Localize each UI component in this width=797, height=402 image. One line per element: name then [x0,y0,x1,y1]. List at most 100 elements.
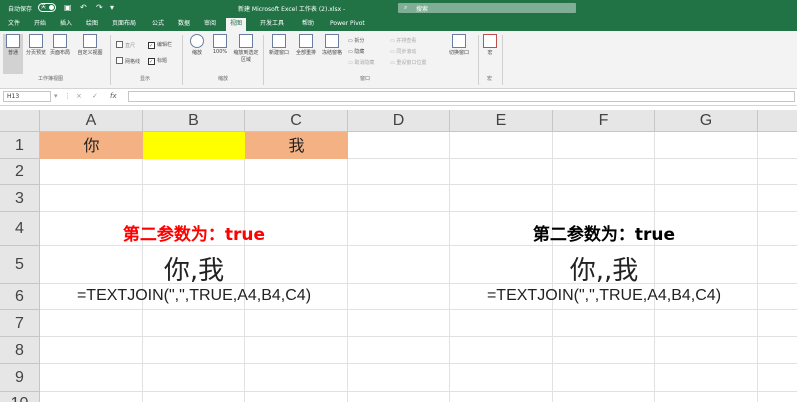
tab-developer[interactable]: 开发工具 [256,18,288,31]
zoom-100-button[interactable]: 100% [210,34,230,55]
autosave-label: 自动保存 [8,6,33,13]
search-box[interactable]: ⌕ 搜索 [398,3,576,13]
normal-view-icon [6,34,20,48]
tab-home[interactable]: 开始 [30,18,50,31]
split-button[interactable]: ▭ 拆分 [348,37,364,44]
page-layout-view-label: 页面布局 [49,50,70,56]
gridlines-checkbox[interactable]: 网格线 [116,57,140,65]
formula-bar-checkbox[interactable]: ✓ 编辑栏 [148,41,172,49]
cancel-icon[interactable]: × [76,92,82,100]
ribbon: 普通 分页预览 页面布局 自定义视图 工作簿视图 直尺 ✓ 编辑栏 网格线 ✓ 标题… [0,31,797,89]
headings-checkbox[interactable]: ✓ 标题 [148,57,167,65]
arrange-all-label: 全部重排 [295,50,316,56]
tab-review[interactable]: 审阅 [200,18,220,31]
row-header-10[interactable]: 10 [0,392,40,402]
formula-input[interactable] [128,91,795,102]
page-break-preview-button[interactable]: 分页预览 [26,34,46,56]
tab-view[interactable]: 视图 [226,18,247,31]
tab-draw[interactable]: 绘图 [82,18,102,31]
new-window-button[interactable]: 新建窗口 [266,34,292,56]
group-separator [110,35,111,85]
column-header-e[interactable]: E [450,110,553,132]
arrange-all-button[interactable]: 全部重排 [294,34,318,56]
name-box[interactable]: H13 [3,91,51,102]
column-header-g[interactable]: G [655,110,758,132]
search-icon: ⌕ [404,4,408,11]
column-header-c[interactable]: C [245,110,348,132]
autosave-toggle[interactable]: 关 [38,3,56,12]
group-label-zoom: 缩放 [218,76,229,82]
undo-icon[interactable]: ↶ [80,3,87,12]
macros-button[interactable]: 宏 [482,34,498,56]
synchronous-scrolling-button[interactable]: ▭ 同步滚动 [390,48,416,55]
right-heading: 第二参数为：true [532,225,676,245]
customize-qat-icon[interactable]: ▾ [110,3,114,12]
gridline [40,363,797,364]
view-side-by-side-button[interactable]: ▭ 并排查看 [390,37,416,44]
column-header-f[interactable]: F [553,110,655,132]
tab-data[interactable]: 数据 [174,18,194,31]
gridline [40,211,797,212]
tab-help[interactable]: 帮助 [298,18,318,31]
row-header-5[interactable]: 5 [0,246,40,284]
tab-page-layout[interactable]: 页面布局 [108,18,140,31]
zoom-100-label: 100% [212,49,228,55]
spreadsheet-grid: A B C D E F G 1 2 3 4 5 6 7 8 9 10 你 我 第… [0,110,797,402]
switch-windows-icon [452,34,466,48]
page-layout-view-button[interactable]: 页面布局 [48,34,72,56]
custom-views-icon [83,34,97,48]
row-header-3[interactable]: 3 [0,185,40,212]
freeze-panes-icon [325,34,339,48]
select-all-corner[interactable] [0,110,40,132]
enter-icon[interactable]: ✓ [92,92,98,100]
column-header-h[interactable] [758,110,797,132]
zoom-button[interactable]: 缩放 [188,34,206,56]
normal-view-label: 普通 [7,50,18,56]
redo-icon[interactable]: ↷ [96,3,103,12]
zoom-to-selection-label: 缩放到选定区域 [233,50,259,63]
row-header-4[interactable]: 4 [0,212,40,246]
hide-button[interactable]: ▭ 隐藏 [348,48,364,55]
zoom-to-selection-icon [239,34,253,48]
insert-function-icon[interactable]: fx [110,92,117,100]
ruler-checkbox[interactable]: 直尺 [116,41,135,49]
macros-label: 宏 [487,50,493,56]
row-header-7[interactable]: 7 [0,310,40,337]
cell-c1[interactable]: 我 [245,132,348,159]
group-label-window: 窗口 [360,76,371,82]
document-title: 新建 Microsoft Excel 工作表 (2).xlsx - [238,6,346,13]
cell-a1[interactable]: 你 [40,132,143,159]
gridline [40,391,797,392]
left-result: 你,我 [163,256,225,286]
tab-formulas[interactable]: 公式 [148,18,168,31]
switch-windows-button[interactable]: 切换窗口 [446,34,472,56]
row-header-8[interactable]: 8 [0,337,40,364]
save-icon[interactable]: ▣ [64,3,72,12]
row-header-1[interactable]: 1 [0,132,40,159]
row-header-9[interactable]: 9 [0,364,40,392]
row-header-2[interactable]: 2 [0,159,40,185]
unhide-button[interactable]: ▭ 取消隐藏 [348,59,374,66]
gridline [40,309,797,310]
new-window-icon [272,34,286,48]
tab-power-pivot[interactable]: Power Pivot [326,18,369,31]
switch-windows-label: 切换窗口 [448,50,469,56]
zoom-100-icon [213,34,227,48]
search-placeholder: 搜索 [416,6,429,13]
freeze-panes-button[interactable]: 冻结窗格 [320,34,344,56]
zoom-to-selection-button[interactable]: 缩放到选定区域 [232,34,260,63]
reset-window-position-button[interactable]: ▭ 重设窗口位置 [390,59,426,66]
right-formula: =TEXTJOIN(",",TRUE,A4,B4,C4) [486,287,722,304]
zoom-label: 缩放 [191,50,202,56]
custom-views-button[interactable]: 自定义视图 [76,34,104,56]
column-header-a[interactable]: A [40,110,143,132]
normal-view-button[interactable]: 普通 [3,34,23,74]
name-box-dropdown-icon[interactable]: ▾ [54,92,58,100]
tab-file[interactable]: 文件 [4,18,24,31]
tab-insert[interactable]: 插入 [56,18,76,31]
magnifier-icon [190,34,204,48]
cell-b1[interactable] [143,132,245,159]
column-header-d[interactable]: D [348,110,450,132]
row-header-6[interactable]: 6 [0,284,40,310]
column-header-b[interactable]: B [143,110,245,132]
